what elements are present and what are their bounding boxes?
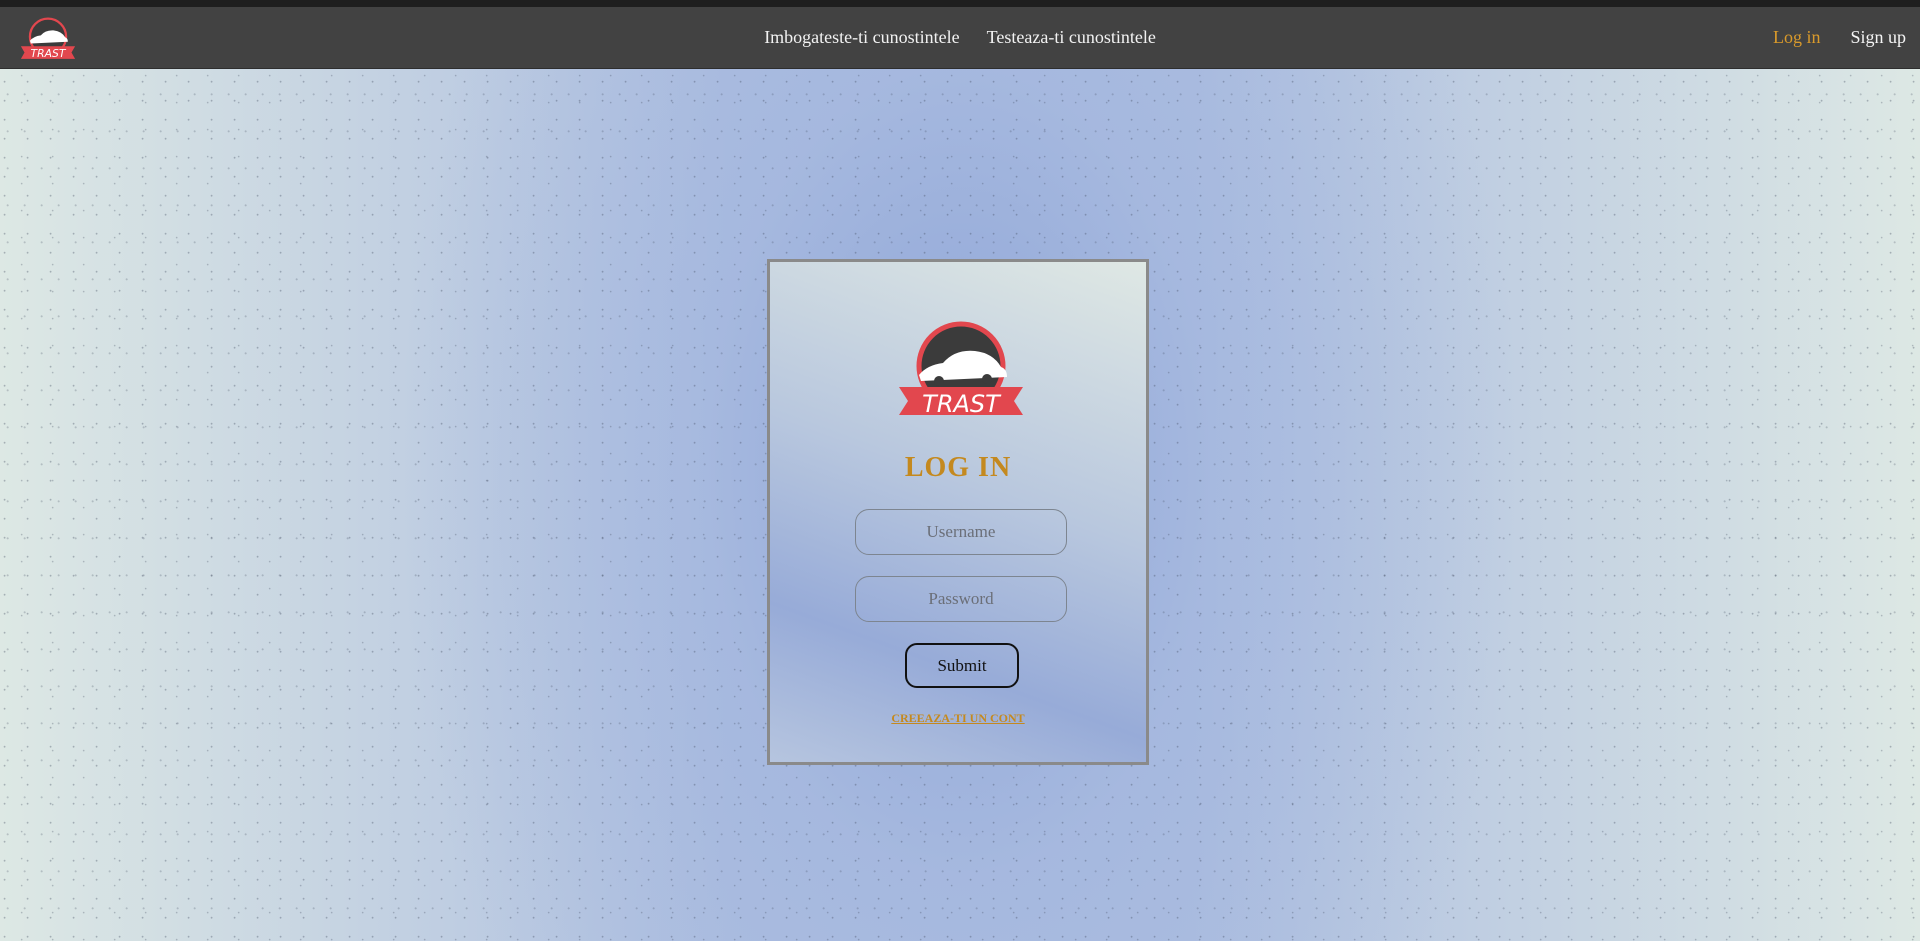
nav-link-imbogateste[interactable]: Imbogateste-ti cunostintele — [764, 27, 959, 48]
login-card: TRAST LOG IN Submit CREEAZA-TI UN CONT — [767, 259, 1149, 765]
submit-button[interactable]: Submit — [905, 643, 1019, 688]
login-title: LOG IN — [904, 452, 1012, 483]
trast-card-logo-text: TRAST — [922, 390, 1002, 418]
username-input[interactable] — [855, 509, 1067, 555]
create-account-link[interactable]: CREEAZA-TI UN CONT — [770, 711, 1146, 726]
top-border — [0, 0, 1920, 7]
nav-menu: Imbogateste-ti cunostintele Testeaza-ti … — [0, 7, 1920, 68]
auth-links: Log in Sign up — [1773, 7, 1906, 68]
login-link[interactable]: Log in — [1773, 27, 1821, 48]
nav-link-testeaza[interactable]: Testeaza-ti cunostintele — [987, 27, 1156, 48]
signup-link[interactable]: Sign up — [1850, 27, 1906, 48]
trast-card-logo: TRAST — [899, 321, 1023, 418]
navbar: TRAST Imbogateste-ti cunostintele Testea… — [0, 7, 1920, 69]
password-input[interactable] — [855, 576, 1067, 622]
